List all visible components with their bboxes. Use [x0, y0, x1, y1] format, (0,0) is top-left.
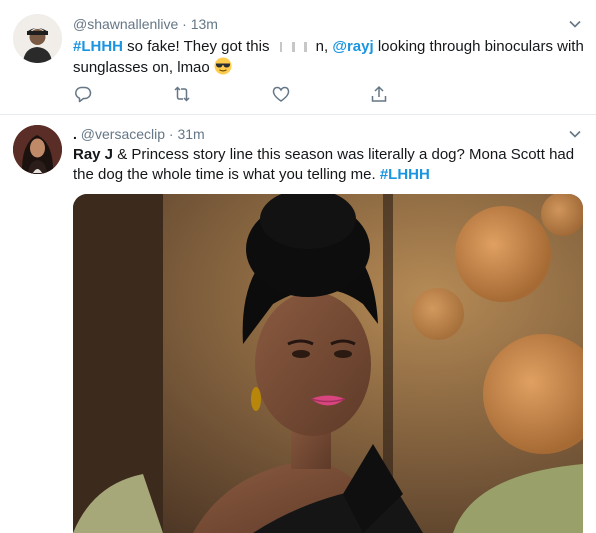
mention-link[interactable]: @rayj	[332, 38, 373, 55]
tweet-actions	[73, 84, 393, 104]
share-icon[interactable]	[369, 84, 389, 104]
reply-icon[interactable]	[73, 84, 93, 104]
redacted-text	[273, 42, 316, 53]
timestamp[interactable]: 13m	[191, 16, 218, 32]
chevron-down-icon[interactable]	[568, 127, 582, 141]
avatar[interactable]	[13, 125, 62, 174]
timestamp[interactable]: 31m	[177, 126, 204, 142]
tweet-text: #LHHH so fake! They got this n, @rayj lo…	[73, 37, 585, 78]
separator: ·	[182, 16, 187, 32]
like-icon[interactable]	[271, 84, 291, 104]
tweet-header: . @versaceclip · 31m	[73, 126, 205, 142]
tweet-media-image[interactable]	[73, 194, 583, 533]
display-name[interactable]: .	[73, 126, 77, 142]
tweet-text-segment: n,	[315, 38, 333, 55]
sunglasses-face-emoji	[214, 57, 232, 75]
avatar[interactable]	[13, 14, 62, 63]
chevron-down-icon[interactable]	[568, 17, 582, 31]
user-handle[interactable]: @versaceclip	[81, 126, 165, 142]
tweet-header: @shawnallenlive · 13m	[73, 16, 218, 32]
tweet-text-segment: so fake! They got this	[123, 38, 274, 55]
tweet-text-segment: & Princess story line this season was li…	[73, 146, 575, 183]
retweet-icon[interactable]	[172, 84, 192, 104]
user-handle[interactable]: @shawnallenlive	[73, 16, 178, 32]
tweet-feed: @shawnallenlive · 13m #LHHH so fake! The…	[0, 0, 596, 533]
tweet-text: Ray J & Princess story line this season …	[73, 145, 585, 185]
separator: ·	[168, 126, 174, 142]
tweet[interactable]: . @versaceclip · 31m Ray J & Princess st…	[0, 115, 596, 533]
hashtag-link[interactable]: #LHHH	[73, 38, 123, 55]
tweet-text-lead: Ray J	[73, 146, 114, 163]
hashtag-link[interactable]: #LHHH	[380, 166, 430, 183]
tweet[interactable]: @shawnallenlive · 13m #LHHH so fake! The…	[0, 0, 596, 115]
